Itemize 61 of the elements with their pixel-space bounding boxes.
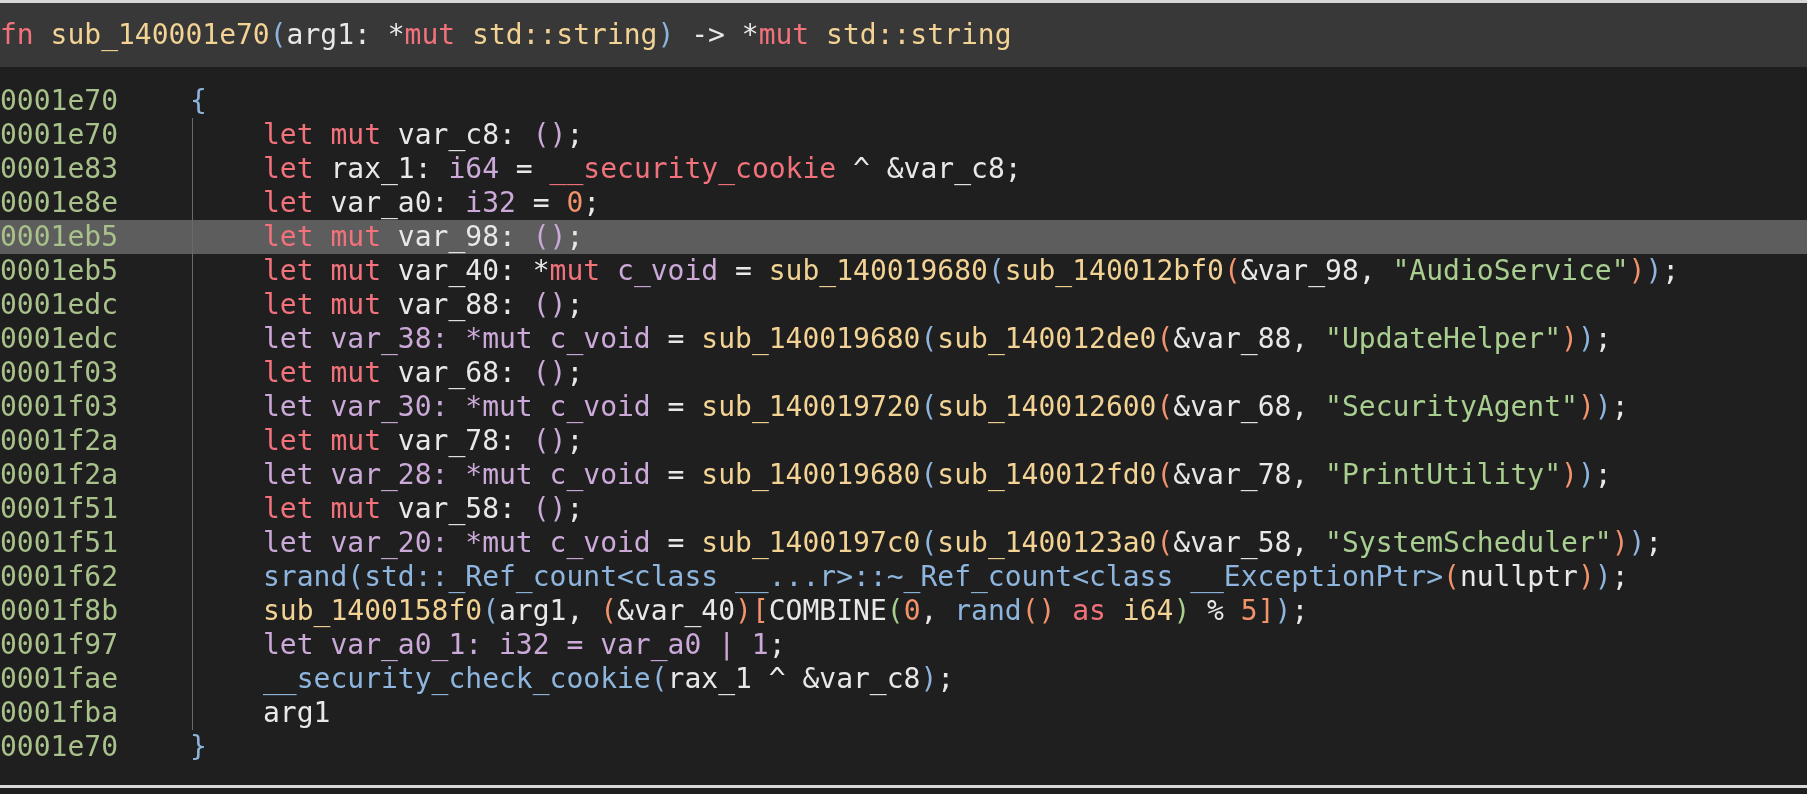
line-address: 0001eb5	[0, 254, 119, 288]
line-address: 0001fba	[0, 696, 119, 730]
code-row[interactable]: 0001fae __security_check_cookie(rax_1 ^ &var_c8);	[0, 662, 1807, 696]
code-row[interactable]: 0001f03 let var_30: *mut c_void = sub_140019720(sub_140012600(&var_68, "SecurityAgent"));	[0, 390, 1807, 424]
code-line: let mut var_88: ();	[262, 288, 584, 322]
line-address: 0001edc	[0, 322, 119, 356]
code-line: arg1	[262, 696, 331, 730]
code-row[interactable]: 0001f51 let mut var_58: ();	[0, 492, 1807, 526]
line-address: 0001e70	[0, 118, 119, 152]
code-line: let mut var_c8: ();	[262, 118, 584, 152]
line-address: 0001f51	[0, 526, 119, 560]
code-row[interactable]: 0001e8e let var_a0: i32 = 0;	[0, 186, 1807, 220]
code-line: let mut var_78: ();	[262, 424, 584, 458]
code-row[interactable]: 0001f51 let var_20: *mut c_void = sub_1400197c0(sub_1400123a0(&var_58, "SystemScheduler"));	[0, 526, 1807, 560]
code-row[interactable]: 0001fba arg1	[0, 696, 1807, 730]
code-line: let mut var_58: ();	[262, 492, 584, 526]
code-row[interactable]: 0001f97 let var_a0_1: i32 = var_a0 | 1;	[0, 628, 1807, 662]
line-address: 0001edc	[0, 288, 119, 322]
code-row[interactable]: 0001e83 let rax_1: i64 = __security_cookie ^ &var_c8;	[0, 152, 1807, 186]
line-address: 0001f2a	[0, 458, 119, 492]
line-address: 0001e83	[0, 152, 119, 186]
code-row[interactable]: 0001edc let var_38: *mut c_void = sub_140019680(sub_140012de0(&var_88, "UpdateHelper"));	[0, 322, 1807, 356]
code-line: __security_check_cookie(rax_1 ^ &var_c8);	[262, 662, 955, 696]
code-line: let var_20: *mut c_void = sub_1400197c0(sub_1400123a0(&var_58, "SystemScheduler"));	[262, 526, 1663, 560]
line-address: 0001eb5	[0, 220, 119, 254]
line-address: 0001f97	[0, 628, 119, 662]
code-line: sub_1400158f0(arg1, (&var_40)[COMBINE(0, rand() as i64) % 5]);	[262, 594, 1309, 628]
line-address: 0001f03	[0, 390, 119, 424]
code-line: let var_a0_1: i32 = var_a0 | 1;	[262, 628, 786, 662]
code-line: {	[190, 84, 207, 118]
code-line: let mut var_40: *mut c_void = sub_140019680(sub_140012bf0(&var_98, "AudioService"));	[262, 254, 1680, 288]
line-address: 0001f2a	[0, 424, 119, 458]
code-line: srand(std::_Ref_count<class __...r>::~_Ref_count<class __ExceptionPtr>(nullptr));	[262, 560, 1629, 594]
code-row[interactable]: 0001e70 let mut var_c8: ();	[0, 118, 1807, 152]
line-address: 0001e70	[0, 730, 119, 764]
line-address: 0001f8b	[0, 594, 119, 628]
code-row[interactable]: 0001e70 }	[0, 730, 1807, 764]
code-row[interactable]: 0001f2a let mut var_78: ();	[0, 424, 1807, 458]
code-line: let var_38: *mut c_void = sub_140019680(sub_140012de0(&var_88, "UpdateHelper"));	[262, 322, 1612, 356]
code-row[interactable]: 0001f8b sub_1400158f0(arg1, (&var_40)[COMBINE(0, rand() as i64) % 5]);	[0, 594, 1807, 628]
code-row[interactable]: 0001e70 {	[0, 84, 1807, 118]
code-line: let mut var_68: ();	[262, 356, 584, 390]
code-row[interactable]: 0001f2a let var_28: *mut c_void = sub_140019680(sub_140012fd0(&var_78, "PrintUtility"));	[0, 458, 1807, 492]
function-signature: fn sub_140001e70(arg1: *mut std::string) -> *mut std::string	[0, 18, 1012, 52]
code-row[interactable]: 0001f03 let mut var_68: ();	[0, 356, 1807, 390]
code-line: let var_30: *mut c_void = sub_140019720(sub_140012600(&var_68, "SecurityAgent"));	[262, 390, 1629, 424]
line-address: 0001f51	[0, 492, 119, 526]
line-address: 0001f62	[0, 560, 119, 594]
code-row[interactable]: 0001edc let mut var_88: ();	[0, 288, 1807, 322]
code-line: let var_a0: i32 = 0;	[262, 186, 601, 220]
line-address: 0001fae	[0, 662, 119, 696]
line-address: 0001e8e	[0, 186, 119, 220]
code-row[interactable]: 0001f62 srand(std::_Ref_count<class __...r>::~_Ref_count<class __ExceptionPtr>(nullptr));	[0, 560, 1807, 594]
code-line: }	[190, 730, 207, 764]
code-line: let rax_1: i64 = __security_cookie ^ &var_c8;	[262, 152, 1022, 186]
line-address: 0001f03	[0, 356, 119, 390]
code-row[interactable]: 0001eb5 let mut var_98: ();	[0, 220, 1807, 254]
code-line: let mut var_98: ();	[262, 220, 584, 254]
line-address: 0001e70	[0, 84, 119, 118]
code-row[interactable]: 0001eb5 let mut var_40: *mut c_void = sub_140019680(sub_140012bf0(&var_98, "AudioService"));	[0, 254, 1807, 288]
code-line: let var_28: *mut c_void = sub_140019680(sub_140012fd0(&var_78, "PrintUtility"));	[262, 458, 1612, 492]
